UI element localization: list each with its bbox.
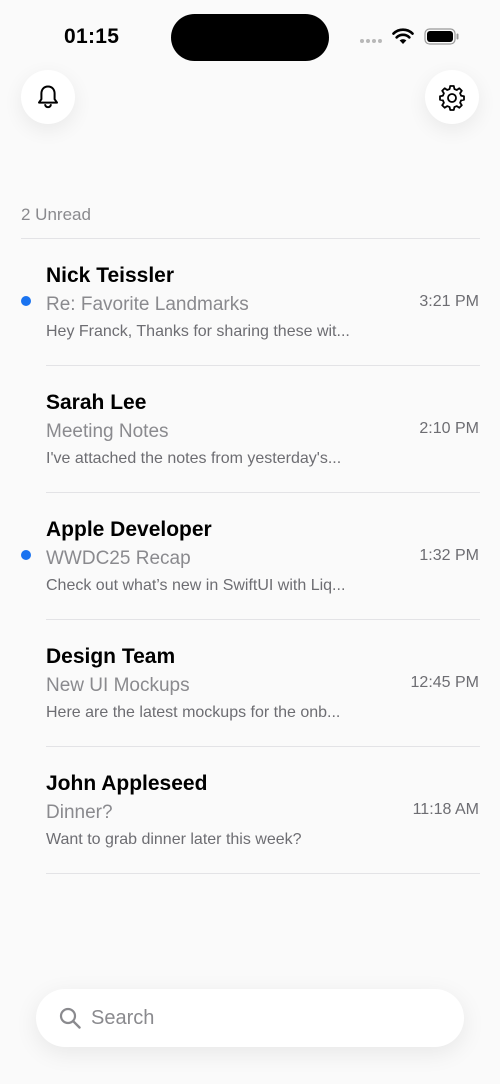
unread-count-header: 2 Unread	[21, 205, 91, 224]
mail-subject: New UI Mockups	[46, 675, 190, 696]
mail-time: 11:18 AM	[412, 801, 479, 818]
mail-subject: WWDC25 Recap	[46, 548, 191, 569]
divider	[46, 873, 480, 874]
unread-dot	[21, 550, 31, 560]
search-icon	[59, 1007, 81, 1029]
battery-icon	[424, 28, 459, 45]
mail-row[interactable]: Apple Developer WWDC25 Recap Check out w…	[0, 493, 500, 620]
notifications-button[interactable]	[21, 70, 75, 124]
search-input[interactable]	[91, 1006, 431, 1030]
mail-subject: Meeting Notes	[46, 421, 169, 442]
mail-time: 12:45 PM	[410, 674, 479, 691]
mail-time: 1:32 PM	[419, 547, 479, 564]
mail-time: 2:10 PM	[419, 420, 479, 437]
mail-screen: 01:15 2 Unread Nick Teissler Re: Favorit…	[0, 0, 500, 1084]
mail-preview: I've attached the notes from yesterday's…	[46, 450, 342, 467]
mail-time: 3:21 PM	[419, 293, 479, 310]
mail-row[interactable]: John Appleseed Dinner? Want to grab dinn…	[0, 747, 500, 874]
mail-preview: Hey Franck, Thanks for sharing these wit…	[46, 323, 350, 340]
mail-subject: Re: Favorite Landmarks	[46, 294, 249, 315]
cellular-signal-icon	[360, 39, 382, 43]
mail-preview: Here are the latest mockups for the onb.…	[46, 704, 341, 721]
mail-preview: Want to grab dinner later this week?	[46, 831, 302, 848]
status-time: 01:15	[64, 25, 120, 48]
mail-sender: Apple Developer	[46, 518, 212, 541]
gear-icon	[439, 85, 465, 111]
search-bar[interactable]	[36, 989, 464, 1047]
mail-list: Nick Teissler Re: Favorite Landmarks Hey…	[0, 239, 500, 874]
mail-row[interactable]: Nick Teissler Re: Favorite Landmarks Hey…	[0, 239, 500, 366]
mail-sender: Nick Teissler	[46, 264, 175, 287]
bell-icon	[38, 85, 58, 109]
wifi-icon	[392, 28, 414, 44]
mail-preview: Check out what’s new in SwiftUI with Liq…	[46, 577, 346, 594]
mail-row[interactable]: Design Team New UI Mockups Here are the …	[0, 620, 500, 747]
dynamic-island	[171, 14, 329, 61]
mail-sender: John Appleseed	[46, 772, 208, 795]
mail-sender: Sarah Lee	[46, 391, 147, 414]
status-bar: 01:15	[0, 0, 500, 76]
settings-button[interactable]	[425, 70, 479, 124]
mail-row[interactable]: Sarah Lee Meeting Notes I've attached th…	[0, 366, 500, 493]
mail-subject: Dinner?	[46, 802, 113, 823]
unread-dot	[21, 296, 31, 306]
mail-sender: Design Team	[46, 645, 176, 668]
